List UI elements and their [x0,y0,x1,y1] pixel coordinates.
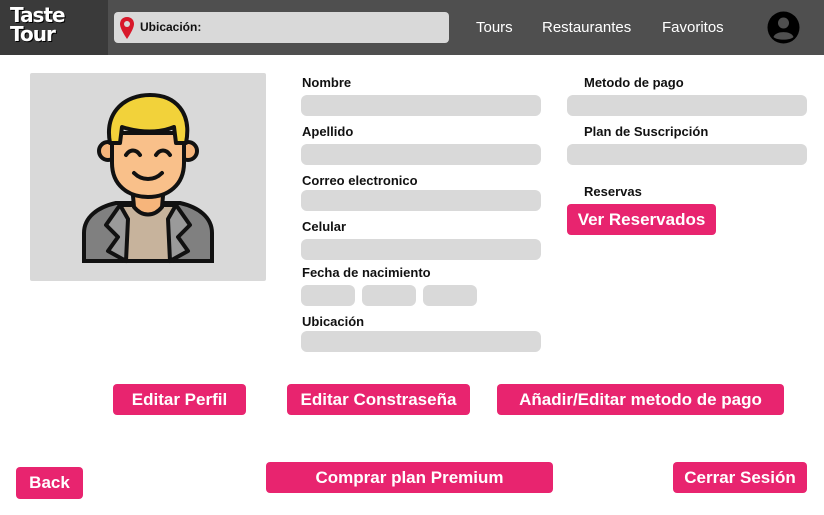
profile-photo [30,73,266,281]
input-fecha-anio[interactable] [423,285,477,306]
input-celular[interactable] [301,239,541,260]
metodo-pago-button[interactable]: Añadir/Editar metodo de pago [497,384,784,415]
label-metodo-pago: Metodo de pago [584,75,684,90]
nav-tours[interactable]: Tours [476,19,513,36]
user-avatar-illustration [82,93,214,263]
label-celular: Celular [302,219,347,234]
label-fecha: Fecha de nacimiento [302,265,431,280]
input-correo[interactable] [301,190,541,211]
nav-restaurantes[interactable]: Restaurantes [542,19,631,36]
input-fecha-dia[interactable] [301,285,355,306]
input-plan-suscripcion[interactable] [567,144,807,165]
input-fecha-mes[interactable] [362,285,416,306]
input-apellido[interactable] [301,144,541,165]
label-reservas: Reservas [584,184,642,199]
cerrar-sesion-button[interactable]: Cerrar Sesión [673,462,807,493]
ver-reservados-button[interactable]: Ver Reservados [567,204,716,235]
input-metodo-pago[interactable] [567,95,807,116]
comprar-premium-button[interactable]: Comprar plan Premium [266,462,553,493]
label-nombre: Nombre [302,75,352,90]
input-ubicacion[interactable] [301,331,541,352]
account-circle-icon[interactable] [767,11,800,44]
location-search-bar[interactable]: Ubicación: [114,12,449,43]
top-navbar: Taste Tour Ubicación: Tours Restaurantes… [0,0,824,55]
editar-perfil-button[interactable]: Editar Perfil [113,384,246,415]
map-pin-icon [120,17,134,39]
taste-tour-logo[interactable]: Taste Tour [0,0,108,55]
back-button[interactable]: Back [16,467,83,499]
label-ubicacion: Ubicación [302,314,365,329]
location-search-label: Ubicación: [140,20,202,34]
label-correo: Correo electronico [302,173,418,188]
label-apellido: Apellido [302,124,354,139]
label-plan-suscripcion: Plan de Suscripción [584,124,709,139]
nav-favoritos[interactable]: Favoritos [662,19,724,36]
logo-text: Taste Tour [10,3,66,46]
input-nombre[interactable] [301,95,541,116]
editar-contrasena-button[interactable]: Editar Constraseña [287,384,470,415]
